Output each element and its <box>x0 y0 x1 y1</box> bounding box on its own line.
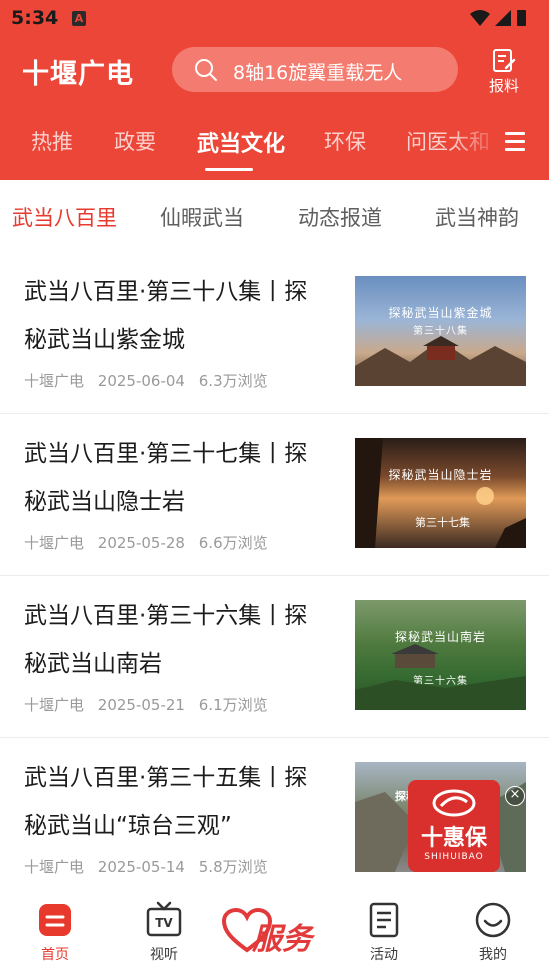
tab-environment[interactable]: 环保 <box>324 126 366 156</box>
battery-icon <box>517 10 526 26</box>
article-meta: 十堰广电 2025-05-21 6.1万浏览 <box>24 694 277 715</box>
article-item[interactable]: 武当八百里·第三十六集丨探秘武当山南岩 十堰广电 2025-05-21 6.1万… <box>0 576 549 738</box>
svg-text:TV: TV <box>155 916 173 930</box>
app-root: 5:34 A 十堰广电 8轴16旋翼重载无人 报料 热推 政要 武当文化 环保 … <box>0 0 549 976</box>
ad-title: 十惠保 <box>420 826 487 851</box>
channel-tabs: 热推 政要 武当文化 环保 问医太和 <box>0 104 549 180</box>
article-thumbnail[interactable]: 探秘武当山隐士岩 第三十七集 <box>355 438 526 548</box>
sub-tabs: 武当八百里 仙暇武当 动态报道 武当神韵 <box>0 180 549 250</box>
nav-service-label: 服务 <box>252 922 312 957</box>
bottom-nav: 首页 TV 视听 服务 活动 我的 <box>0 888 549 976</box>
search-icon <box>195 59 217 81</box>
document-icon <box>369 902 399 938</box>
active-tab-indicator <box>205 168 253 171</box>
ad-subtitle: SHIHUIBAO <box>424 852 484 862</box>
article-source: 十堰广电 <box>24 534 85 552</box>
search-bar[interactable]: 8轴16旋翼重载无人 <box>172 47 458 92</box>
menu-icon[interactable] <box>505 132 527 152</box>
article-item[interactable]: 武当八百里·第三十八集丨探秘武当山紫金城 十堰广电 2025-06-04 6.3… <box>0 252 549 414</box>
article-title[interactable]: 武当八百里·第三十七集丨探秘武当山隐士岩 <box>24 430 324 526</box>
mountain-scene <box>355 336 526 386</box>
article-views: 6.1万浏览 <box>198 696 268 714</box>
tab-politics[interactable]: 政要 <box>114 126 156 156</box>
edit-report-icon <box>493 49 516 72</box>
app-header: 十堰广电 8轴16旋翼重载无人 报料 <box>0 38 549 104</box>
system-icons <box>470 10 526 26</box>
home-icon <box>39 904 71 936</box>
header-area: 5:34 A 十堰广电 8轴16旋翼重载无人 报料 热推 政要 武当文化 环保 … <box>0 0 549 180</box>
article-source: 十堰广电 <box>24 372 85 390</box>
cliff-scene <box>355 438 526 548</box>
nav-tv[interactable]: TV 视听 <box>134 900 194 972</box>
article-meta: 十堰广电 2025-05-14 5.8万浏览 <box>24 856 277 877</box>
search-placeholder: 8轴16旋翼重载无人 <box>233 62 403 84</box>
tab-wudang-culture[interactable]: 武当文化 <box>197 126 285 158</box>
smile-icon <box>475 902 511 938</box>
subtab-xianxia[interactable]: 仙暇武当 <box>160 202 244 232</box>
article-title[interactable]: 武当八百里·第三十六集丨探秘武当山南岩 <box>24 592 324 688</box>
report-label: 报料 <box>488 77 519 95</box>
status-time: 5:34 <box>11 7 59 29</box>
nav-activity[interactable]: 活动 <box>354 900 414 972</box>
article-source: 十堰广电 <box>24 858 85 876</box>
close-icon[interactable]: × <box>505 786 525 806</box>
thumbnail-title: 探秘武当山紫金城 <box>388 306 493 320</box>
article-source: 十堰广电 <box>24 696 85 714</box>
wifi-icon <box>470 10 490 26</box>
article-title[interactable]: 武当八百里·第三十五集丨探秘武当山“琼台三观” <box>24 754 324 850</box>
article-views: 6.3万浏览 <box>198 372 268 390</box>
article-thumbnail[interactable]: 探秘武当山紫金城 第三十八集 <box>355 276 526 386</box>
signal-icon <box>495 10 511 26</box>
article-item[interactable]: 武当八百里·第三十七集丨探秘武当山隐士岩 十堰广电 2025-05-28 6.6… <box>0 414 549 576</box>
nav-mine-label: 我的 <box>479 947 507 963</box>
article-meta: 十堰广电 2025-05-28 6.6万浏览 <box>24 532 277 553</box>
tab-fade <box>450 104 502 180</box>
article-meta: 十堰广电 2025-06-04 6.3万浏览 <box>24 370 277 391</box>
ad-badge[interactable]: 十惠保 SHIHUIBAO <box>408 780 500 872</box>
temple-scene <box>355 644 526 710</box>
article-views: 6.6万浏览 <box>198 534 268 552</box>
ad-logo-icon <box>432 789 476 817</box>
report-button[interactable]: 报料 <box>482 48 526 98</box>
article-title[interactable]: 武当八百里·第三十八集丨探秘武当山紫金城 <box>24 268 324 364</box>
app-logo: 十堰广电 <box>22 59 134 90</box>
article-date: 2025-06-04 <box>97 372 185 390</box>
subtab-news[interactable]: 动态报道 <box>298 202 382 232</box>
nav-tv-label: 视听 <box>150 947 178 963</box>
article-date: 2025-05-28 <box>97 534 185 552</box>
article-date: 2025-05-21 <box>97 696 185 714</box>
subtab-wudang-800[interactable]: 武当八百里 <box>12 202 117 232</box>
article-views: 5.8万浏览 <box>198 858 268 876</box>
nav-home-label: 首页 <box>41 947 69 963</box>
nav-service[interactable]: 服务 <box>222 908 328 958</box>
nav-mine[interactable]: 我的 <box>463 900 523 972</box>
status-bar: 5:34 A <box>0 0 549 38</box>
subtab-shenyun[interactable]: 武当神韵 <box>435 202 519 232</box>
article-date: 2025-05-14 <box>97 858 185 876</box>
nav-home[interactable]: 首页 <box>25 900 85 972</box>
tab-hot[interactable]: 热推 <box>31 126 73 156</box>
article-thumbnail[interactable]: 探秘武当山南岩 第三十六集 <box>355 600 526 710</box>
tv-icon: TV <box>146 901 182 937</box>
nav-activity-label: 活动 <box>370 947 398 963</box>
notification-icon: A <box>72 11 86 26</box>
